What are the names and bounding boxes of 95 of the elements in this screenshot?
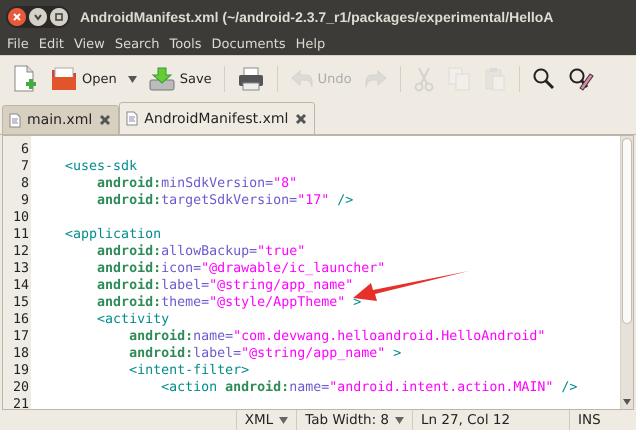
line-number: 17 (12, 328, 30, 345)
chevron-down-icon (33, 12, 43, 22)
caret-icon (279, 416, 288, 424)
code-token: android: (225, 380, 290, 395)
code-token: <activity (96, 312, 170, 327)
code-token: icon= (161, 261, 202, 276)
code-token: allowBackup= (161, 244, 258, 259)
code-token: name= (289, 380, 330, 395)
line-number: 10 (12, 209, 30, 226)
menu-item[interactable]: Search (110, 36, 164, 52)
code-token: "@string/app_name" (241, 346, 386, 361)
save-button[interactable]: Save (144, 64, 216, 94)
close-tab-icon[interactable] (294, 112, 308, 126)
line-number: 16 (12, 311, 30, 328)
line-number: 8 (20, 175, 30, 192)
line-number: 7 (20, 158, 30, 175)
folder-icon (50, 66, 78, 92)
line-number: 6 (20, 141, 30, 158)
line-number: 20 (12, 379, 30, 396)
code-token: "com.devwang.helloandroid.HelloAndroid" (233, 329, 546, 344)
window-title: AndroidManifest.xml (~/android-2.3.7_r1/packages/experimental/HelloA (80, 8, 554, 24)
code-token: <application (64, 227, 162, 242)
scrollbar-thumb[interactable] (622, 138, 632, 324)
tab-label: main.xml (27, 112, 92, 128)
code-token: label= (193, 346, 242, 361)
code-token: > (392, 346, 402, 361)
code-token: theme= (161, 295, 210, 310)
line-number: 15 (12, 294, 30, 311)
maximize-button[interactable] (50, 8, 68, 26)
line-number: 13 (12, 260, 30, 277)
code-token: /> (560, 380, 578, 395)
scroll-down-icon[interactable] (623, 399, 631, 405)
caret-icon (395, 416, 404, 424)
undo-arrow-icon (290, 68, 314, 90)
document-tab[interactable]: AndroidManifest.xml (119, 102, 316, 134)
line-number: 11 (12, 226, 30, 243)
document-icon (9, 112, 21, 128)
code-token: /> (336, 193, 354, 208)
search-pencil-icon (568, 66, 594, 92)
close-icon (12, 12, 22, 22)
maximize-icon (54, 12, 64, 22)
code-token: targetSdkVersion= (161, 193, 298, 208)
menu-item[interactable]: Tools (164, 36, 207, 52)
code-token: > (352, 295, 362, 310)
code-token: "android.intent.action.MAIN" (329, 380, 554, 395)
menu-item[interactable]: Help (290, 36, 330, 52)
code-token: "@drawable/ic_launcher" (201, 261, 386, 276)
code-token: "true" (257, 244, 306, 259)
drive-download-icon (148, 66, 176, 92)
minimize-button[interactable] (29, 8, 47, 26)
new-document-icon (12, 65, 38, 93)
line-number: 19 (12, 362, 30, 379)
code-token: android: (96, 193, 162, 208)
code-token: "8" (273, 176, 298, 191)
document-tab[interactable]: main.xml (2, 105, 120, 134)
printer-icon (236, 66, 265, 92)
code-token: android: (128, 346, 194, 361)
code-token: <action (160, 380, 218, 395)
scrollbar[interactable] (620, 136, 633, 409)
code-token: android: (96, 176, 162, 191)
menu-item[interactable]: Edit (34, 36, 69, 52)
code-token: label= (161, 278, 210, 293)
code-token: android: (128, 329, 194, 344)
code-token: <uses-sdk (64, 159, 138, 174)
open-button[interactable]: Open (46, 64, 121, 94)
code-token: android: (96, 278, 162, 293)
line-number: 9 (20, 192, 30, 209)
code-editor[interactable] (2, 135, 634, 410)
code-token: "@style/AppTheme" (209, 295, 346, 310)
redo-arrow-icon (364, 68, 388, 90)
line-number: 21 (12, 396, 30, 409)
search-icon (532, 66, 556, 92)
code-token: android: (96, 261, 162, 276)
document-icon (126, 111, 138, 126)
close-tab-icon[interactable] (98, 113, 112, 127)
language-selector[interactable]: XML (236, 410, 296, 430)
menu-item[interactable]: File (2, 36, 34, 52)
code-token: name= (193, 329, 234, 344)
insert-mode: INS (569, 410, 636, 430)
tab-label: AndroidManifest.xml (144, 110, 288, 126)
code-token: minSdkVersion= (161, 176, 274, 191)
code-token: android: (96, 244, 162, 259)
code-token: <intent-filter> (128, 363, 250, 378)
line-number: 18 (12, 345, 30, 362)
line-number: 12 (12, 243, 30, 260)
code-token: "@string/app_name" (209, 278, 354, 293)
menu-item[interactable]: View (68, 36, 110, 52)
close-button[interactable] (8, 8, 26, 26)
scissors-icon (412, 66, 435, 92)
line-number: 14 (12, 277, 30, 294)
tab-width-selector[interactable]: Tab Width: 8 (296, 410, 412, 430)
cursor-position: Ln 27, Col 12 (412, 410, 569, 430)
code-token: "17" (297, 193, 330, 208)
code-token: android: (96, 295, 162, 310)
menu-item[interactable]: Documents (206, 36, 291, 52)
